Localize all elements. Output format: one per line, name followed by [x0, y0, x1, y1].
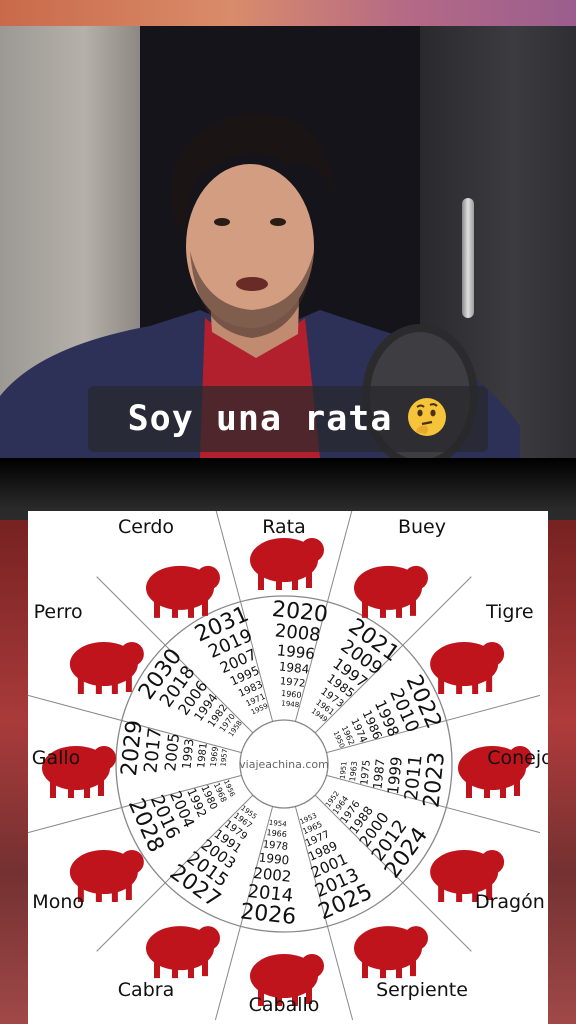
- zodiac-year: 1993: [179, 738, 196, 770]
- zodiac-year: 1963: [348, 761, 359, 782]
- blurred-side-left: [0, 520, 30, 1024]
- zodiac-animal-name: Cabra: [118, 979, 174, 1001]
- zodiac-year: 1969: [209, 746, 220, 767]
- zodiac-wheel: 2020200819961984197219601948202120091997…: [28, 511, 548, 1021]
- zodiac-animal-name: Dragón: [475, 891, 545, 913]
- top-color-strip: [0, 0, 576, 26]
- zodiac-year: 1948: [281, 699, 300, 709]
- video-frame[interactable]: Soy una rata: [0, 26, 576, 458]
- zodiac-animal-name: Buey: [398, 516, 446, 538]
- zodiac-animal-name: Mono: [32, 891, 84, 913]
- zodiac-animal-name: Conejo: [487, 747, 548, 769]
- zodiac-animal-name: Caballo: [249, 994, 320, 1016]
- zodiac-animal-name: Rata: [262, 516, 306, 538]
- zodiac-year: 1951: [339, 761, 349, 780]
- zodiac-animal-icon: [430, 642, 505, 694]
- zodiac-year: 1954: [268, 819, 287, 829]
- zodiac-animal-icon: [69, 642, 144, 694]
- zodiac-year: 1960: [281, 689, 302, 700]
- thinking-face-icon: [406, 396, 448, 442]
- zodiac-year: 1957: [219, 748, 229, 767]
- zodiac-year: 1981: [196, 742, 210, 768]
- zodiac-animal-icon: [146, 565, 220, 618]
- zodiac-animal-name: Serpiente: [376, 979, 468, 1001]
- watermark-text: viajeachina.com: [239, 758, 329, 771]
- zodiac-animal-icon: [146, 926, 220, 979]
- caption-text: Soy una rata: [127, 399, 393, 439]
- zodiac-animal-name: Perro: [34, 601, 83, 623]
- zodiac-year: 1966: [266, 828, 287, 839]
- zodiac-animal-icon: [250, 538, 324, 590]
- chinese-zodiac-chart: 2020 2008 1996 1984 1972 1960 1948 2021 2009 1997…: [28, 511, 548, 1024]
- zodiac-animal-icon: [354, 565, 428, 618]
- caption-box: Soy una rata: [88, 386, 488, 452]
- zodiac-year: 1972: [279, 676, 305, 690]
- zodiac-animal-name: Gallo: [32, 747, 81, 769]
- zodiac-animal-name: Tigre: [485, 601, 533, 623]
- zodiac-animal-icon: [354, 926, 428, 979]
- blurred-side-right: [546, 520, 576, 1024]
- zodiac-year: 1984: [278, 659, 310, 676]
- zodiac-animal-name: Cerdo: [118, 516, 174, 538]
